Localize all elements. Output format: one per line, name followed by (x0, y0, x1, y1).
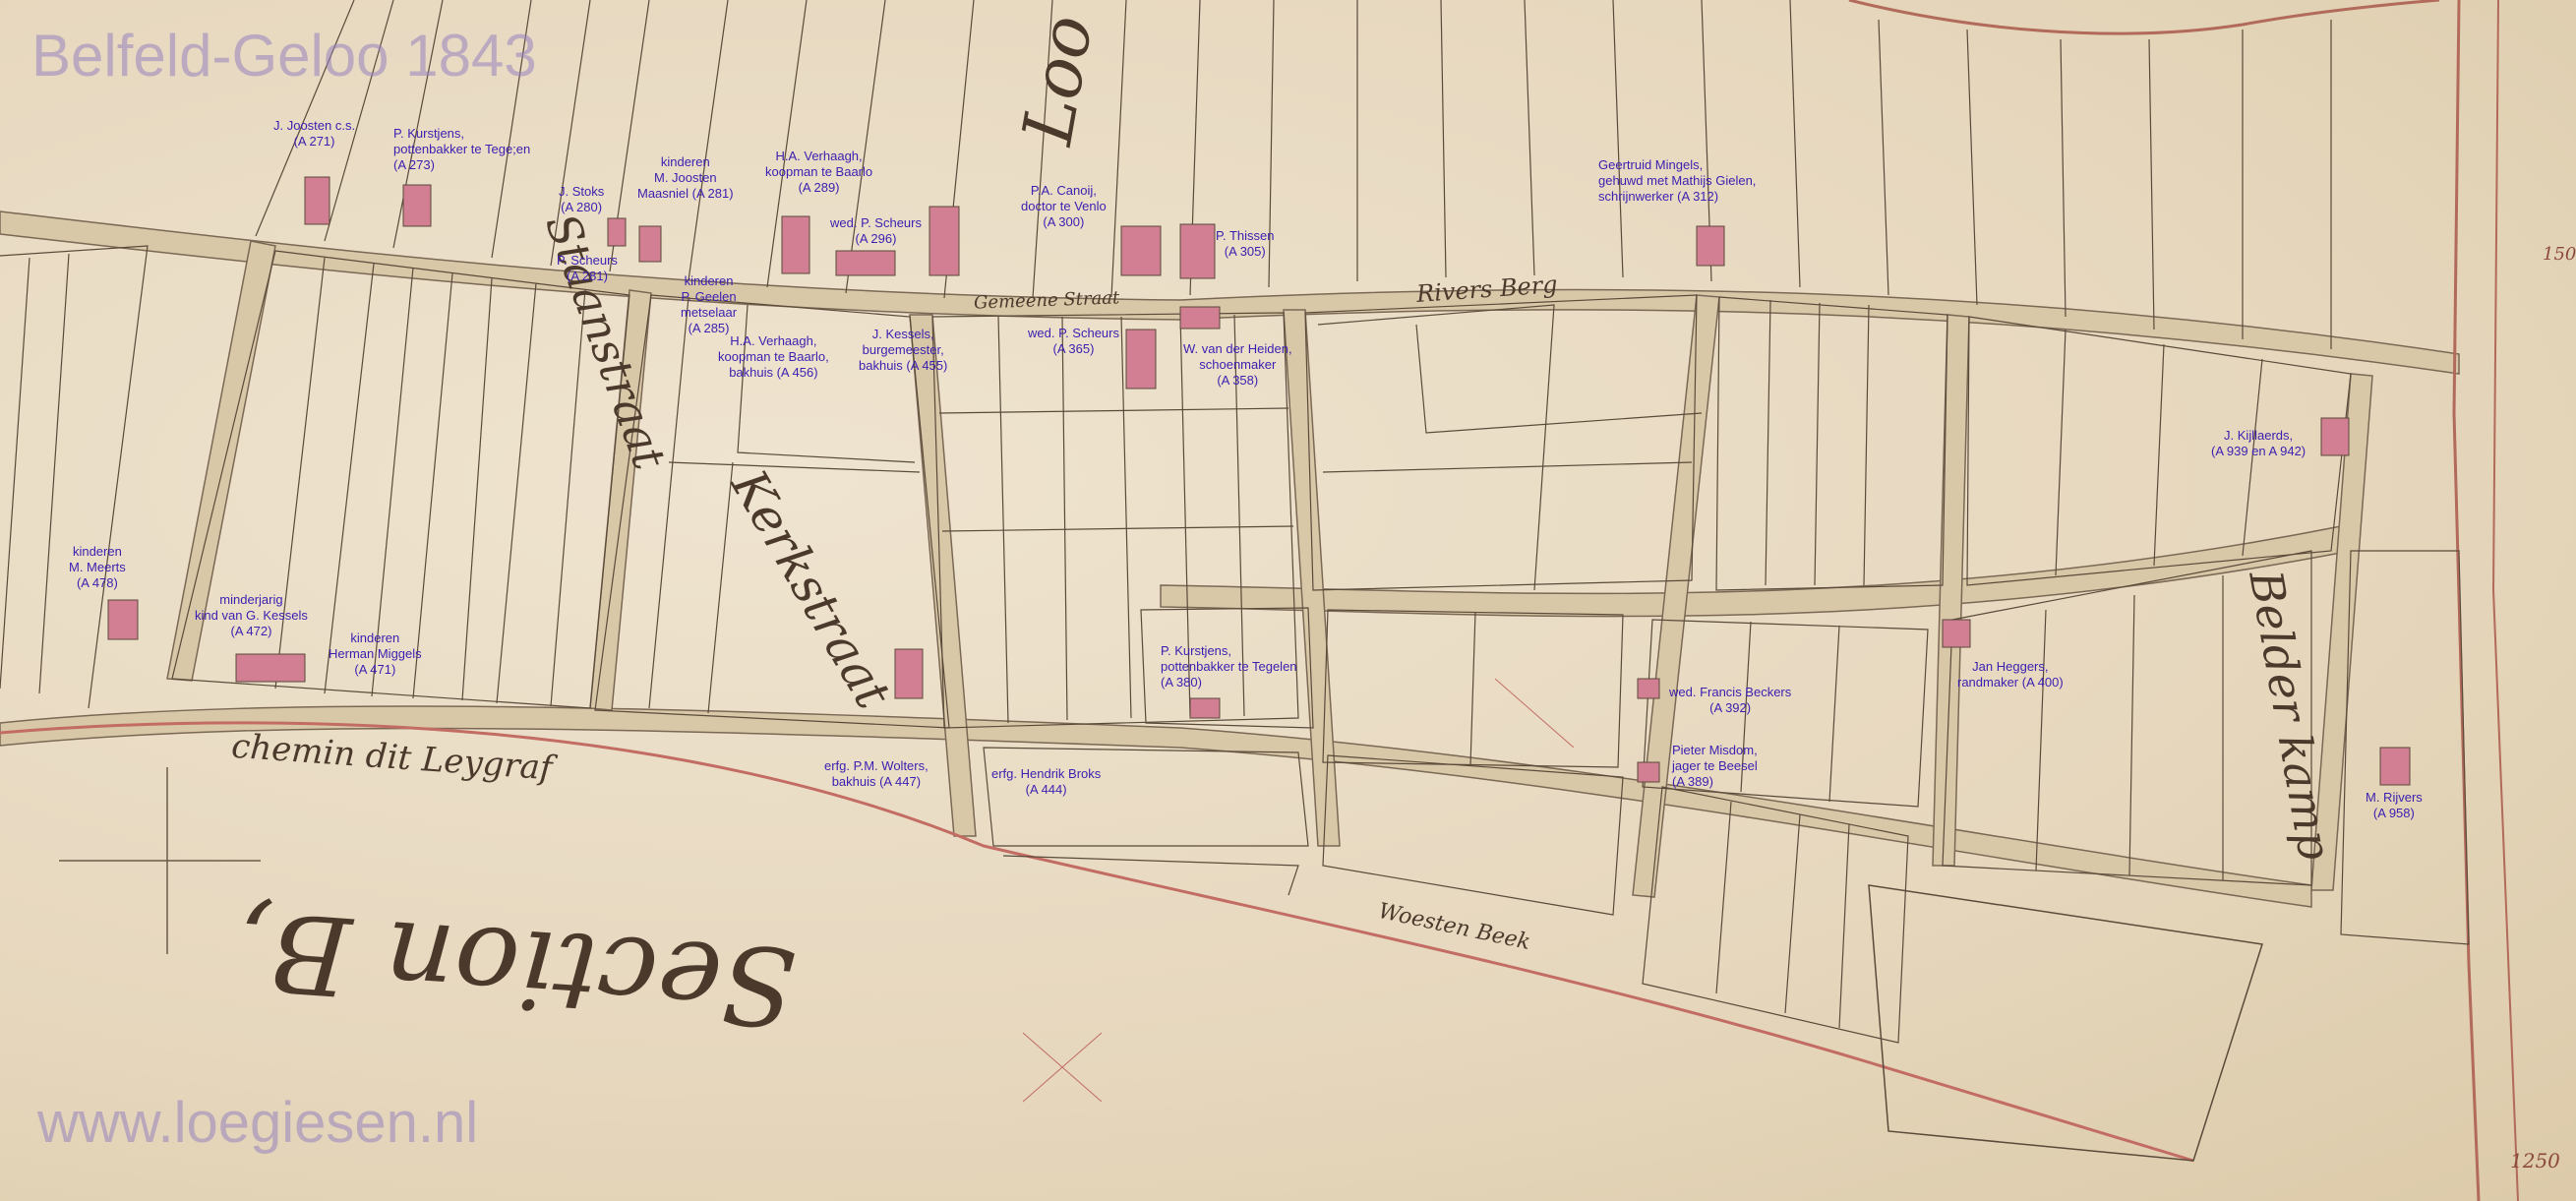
owner-label: J. Joosten c.s. (A 271) (273, 118, 356, 149)
owner-label: J. Kessels, burgemeester, bakhuis (A 455… (859, 327, 948, 373)
owner-label: P. Kurstjens, pottenbakker te Tegelen (A… (1161, 643, 1297, 690)
owner-label: minderjarig kind van G. Kessels (A 472) (195, 592, 308, 638)
owner-label: wed. P. Scheurs (A 365) (1028, 326, 1119, 356)
owner-label: P. Thissen (A 305) (1216, 228, 1275, 259)
owner-label: J. Stoks (A 280) (559, 184, 605, 214)
owner-label: kinderen P. Geelen metselaar (A 285) (681, 273, 738, 335)
owner-label: J. Kijllaerds, (A 939 en A 942) (2211, 428, 2306, 458)
owner-label: kinderen M. Joosten Maasniel (A 281) (637, 154, 734, 201)
owner-label: erfg. Hendrik Broks (A 444) (991, 766, 1102, 797)
owner-label: erfg. P.M. Wolters, bakhuis (A 447) (824, 758, 929, 789)
owner-label: H.A. Verhaagh, koopman te Baarlo (A 289) (765, 149, 873, 195)
owner-label: kinderen M. Meerts (A 478) (69, 544, 126, 590)
owner-label: W. van der Heiden, schoenmaker (A 358) (1183, 341, 1292, 388)
owner-label: Jan Heggers, randmaker (A 400) (1957, 659, 2064, 690)
owner-label: M. Rijvers (A 958) (2366, 790, 2423, 820)
owner-label: wed. Francis Beckers (A 392) (1669, 685, 1792, 715)
edge-number-bottom: 1250 (2510, 1149, 2560, 1172)
owner-label: Geertruid Mingels, gehuwd met Mathijs Gi… (1598, 157, 1757, 204)
owner-label: P. Kurstjens, pottenbakker te Tege;en (A… (393, 126, 531, 172)
owner-label: kinderen Herman Miggels (A 471) (329, 631, 422, 677)
cadastral-map: Loo Staanstraat Kerkstraat Rivers Berg B… (0, 0, 2576, 1201)
owner-label: P. Scheurs (A 281) (557, 253, 618, 283)
owner-label: Pieter Misdom, jager te Beesel (A 389) (1672, 743, 1758, 789)
owner-label: wed. P. Scheurs (A 296) (830, 215, 922, 246)
owner-label: P.A. Canoij, doctor te Venlo (A 300) (1021, 183, 1107, 229)
edge-number-top: 150 (2543, 244, 2576, 265)
website-watermark: www.loegiesen.nl (37, 1091, 479, 1155)
map-title: Belfeld-Geloo 1843 (31, 23, 537, 89)
owner-label: H.A. Verhaagh, koopman te Baarlo, bakhui… (718, 333, 829, 380)
